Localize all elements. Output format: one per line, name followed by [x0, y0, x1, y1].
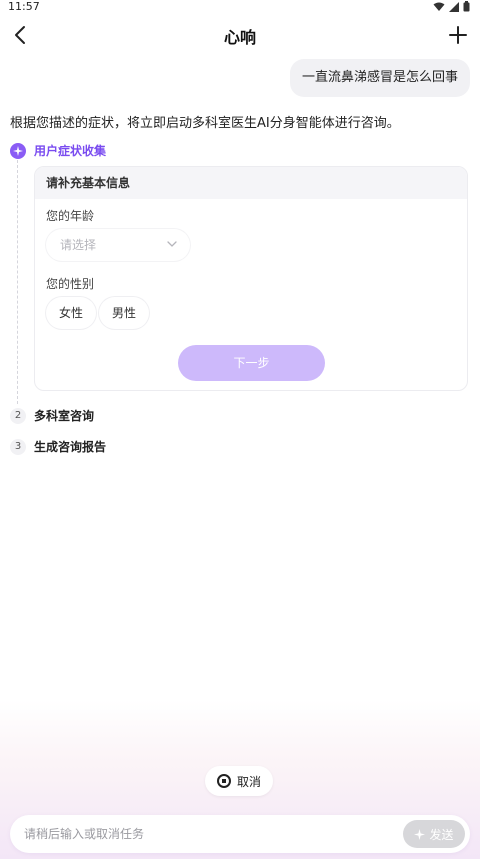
cancel-label: 取消	[236, 774, 261, 789]
wifi-icon	[433, 2, 445, 11]
page-title: 心响	[223, 28, 256, 47]
timeline-connector	[17, 160, 18, 404]
status-icons	[433, 1, 470, 12]
age-select[interactable]: 请选择	[46, 229, 190, 261]
battery-icon	[463, 1, 470, 12]
gender-female-button[interactable]: 女性	[46, 297, 96, 329]
message-input-bar: 发送	[10, 815, 470, 853]
app-header: 心响	[0, 18, 480, 52]
user-message-bubble: 一直流鼻涕感冒是怎么回事	[289, 59, 470, 97]
plus-icon	[449, 26, 467, 44]
age-label: 您的年龄	[46, 209, 95, 223]
step-number: 2	[10, 407, 26, 424]
basic-info-card: 请补充基本信息 您的年龄 请选择 您的性别 女性 男性 下一步	[34, 166, 468, 391]
step-label: 生成咨询报告	[34, 440, 107, 454]
step-generate-report: 3 生成咨询报告	[10, 438, 106, 455]
status-bar: 11:57	[0, 0, 480, 14]
step-symptom-collection: 用户症状收集	[10, 142, 106, 159]
step-label: 用户症状收集	[34, 144, 107, 158]
status-time: 11:57	[8, 0, 40, 13]
step-multi-department: 2 多科室咨询	[10, 407, 94, 424]
gender-label: 您的性别	[46, 277, 95, 291]
cancel-task-button[interactable]: 取消	[205, 766, 273, 796]
signal-icon	[449, 1, 459, 12]
sparkle-icon	[10, 142, 26, 159]
sparkle-icon	[414, 828, 426, 840]
send-button[interactable]: 发送	[403, 820, 465, 848]
chevron-down-icon	[167, 241, 177, 247]
send-label: 发送	[429, 827, 454, 842]
step-number: 3	[10, 438, 26, 455]
message-input[interactable]	[24, 815, 384, 853]
next-step-button[interactable]: 下一步	[178, 345, 325, 381]
card-title: 请补充基本信息	[35, 167, 467, 199]
age-select-placeholder: 请选择	[60, 238, 97, 252]
stop-icon	[216, 774, 231, 788]
assistant-message: 根据您描述的症状，将立即启动多科室医生AI分身智能体进行咨询。	[10, 116, 400, 131]
step-label: 多科室咨询	[34, 409, 95, 423]
gender-male-button[interactable]: 男性	[99, 297, 149, 329]
new-chat-button[interactable]	[446, 22, 470, 48]
